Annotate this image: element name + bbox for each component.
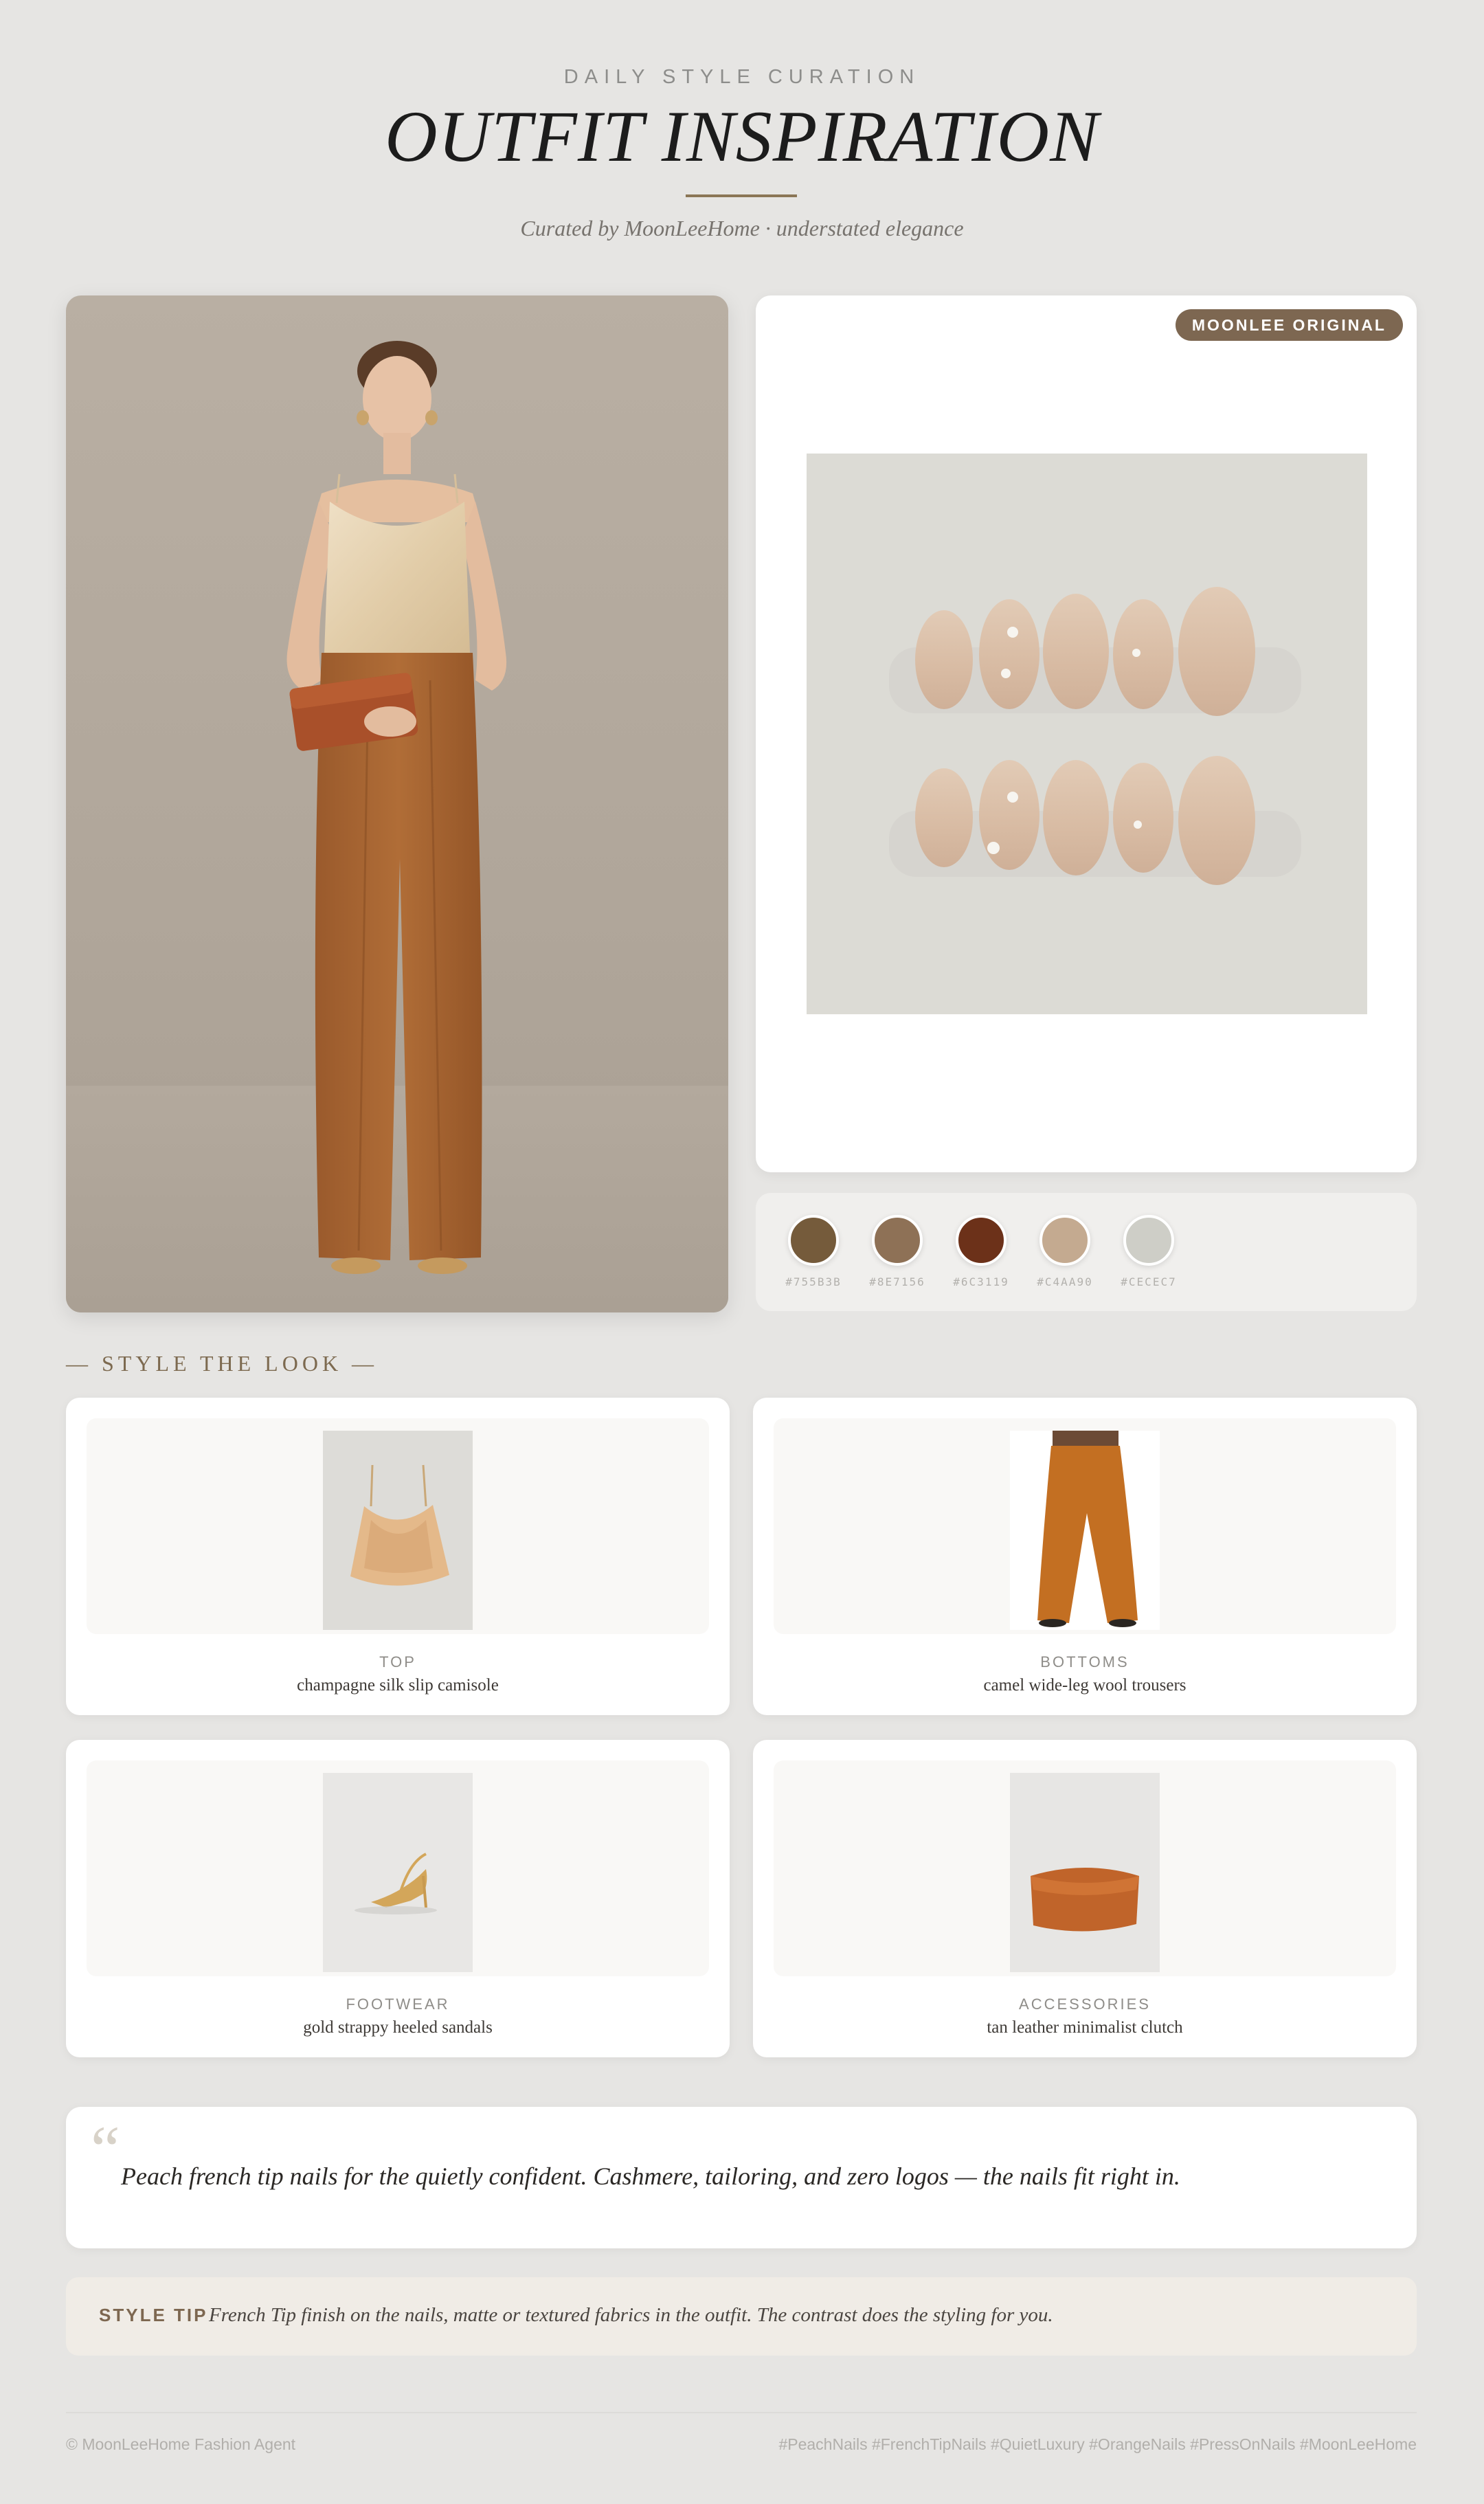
page-kicker: DAILY STYLE CURATION — [563, 66, 921, 88]
camisole-icon — [323, 1431, 473, 1630]
quote-text: Peach french tip nails for the quietly c… — [121, 2162, 1180, 2190]
original-badge: MOONLEE ORIGINAL — [1175, 309, 1403, 341]
color-palette: #755B3B #8E7156 #6C3119 #C4AA90 #CECEC7 — [756, 1193, 1417, 1311]
swatch-hex: #8E7156 — [869, 1275, 925, 1288]
item-description: camel wide-leg wool trousers — [983, 1676, 1187, 1695]
footer-hashtags: #PeachNails #FrenchTipNails #QuietLuxury… — [778, 2435, 1417, 2453]
item-card-bottoms[interactable]: BOTTOMS camel wide-leg wool trousers — [753, 1398, 1417, 1715]
item-image-stage — [774, 1418, 1396, 1634]
page-title: OUTFIT INSPIRATION — [385, 96, 1099, 177]
style-the-look-heading: — STYLE THE LOOK — — [66, 1351, 379, 1376]
item-description: tan leather minimalist clutch — [987, 2018, 1183, 2037]
item-description: champagne silk slip camisole — [297, 1676, 499, 1695]
palette-swatch: #C4AA90 — [1022, 1215, 1108, 1288]
quote-mark-icon: “ — [91, 2112, 120, 2186]
item-image-stage — [87, 1418, 709, 1634]
palette-swatch: #8E7156 — [855, 1215, 940, 1288]
swatch-hex: #6C3119 — [953, 1275, 1009, 1288]
press-on-nails-icon — [807, 454, 1367, 1014]
style-tip-label: STYLE TIP — [99, 2305, 208, 2325]
palette-swatch: #755B3B — [771, 1215, 856, 1288]
quote-card: “ Peach french tip nails for the quietly… — [66, 2107, 1417, 2248]
title-divider — [686, 194, 797, 197]
trousers-icon — [1010, 1431, 1160, 1630]
nails-card: MOONLEE ORIGINAL — [756, 295, 1417, 1172]
model-outfit-icon — [66, 341, 728, 1312]
palette-swatch: #CECEC7 — [1106, 1215, 1191, 1288]
footer-divider — [66, 2412, 1417, 2413]
item-card-top[interactable]: TOP champagne silk slip camisole — [66, 1398, 730, 1715]
item-category: BOTTOMS — [1040, 1653, 1129, 1670]
swatch-dot — [956, 1215, 1007, 1266]
swatch-dot — [788, 1215, 839, 1266]
item-image-stage — [774, 1760, 1396, 1976]
swatch-dot — [1039, 1215, 1090, 1266]
style-tip-text: French Tip finish on the nails, matte or… — [209, 2304, 1053, 2326]
item-card-accessories[interactable]: ACCESSORIES tan leather minimalist clutc… — [753, 1740, 1417, 2057]
item-category: TOP — [379, 1653, 416, 1670]
item-description: gold strappy heeled sandals — [303, 2018, 493, 2037]
press-on-nails-photo — [807, 454, 1367, 1014]
item-image-stage — [87, 1760, 709, 1976]
clutch-icon — [1010, 1773, 1160, 1972]
swatch-dot — [1123, 1215, 1174, 1266]
hero-outfit-photo — [66, 295, 728, 1312]
palette-swatch: #6C3119 — [938, 1215, 1024, 1288]
style-tip-card: STYLE TIP French Tip finish on the nails… — [66, 2277, 1417, 2356]
swatch-dot — [872, 1215, 923, 1266]
item-category: FOOTWEAR — [346, 1996, 450, 2013]
swatch-hex: #CECEC7 — [1121, 1275, 1177, 1288]
page-subtitle: Curated by MoonLeeHome · understated ele… — [520, 216, 964, 241]
footer-copyright: © MoonLeeHome Fashion Agent — [66, 2435, 296, 2453]
swatch-hex: #755B3B — [785, 1275, 842, 1288]
sandal-icon — [323, 1773, 473, 1972]
swatch-hex: #C4AA90 — [1037, 1275, 1093, 1288]
item-card-footwear[interactable]: FOOTWEAR gold strappy heeled sandals — [66, 1740, 730, 2057]
item-category: ACCESSORIES — [1019, 1996, 1151, 2013]
